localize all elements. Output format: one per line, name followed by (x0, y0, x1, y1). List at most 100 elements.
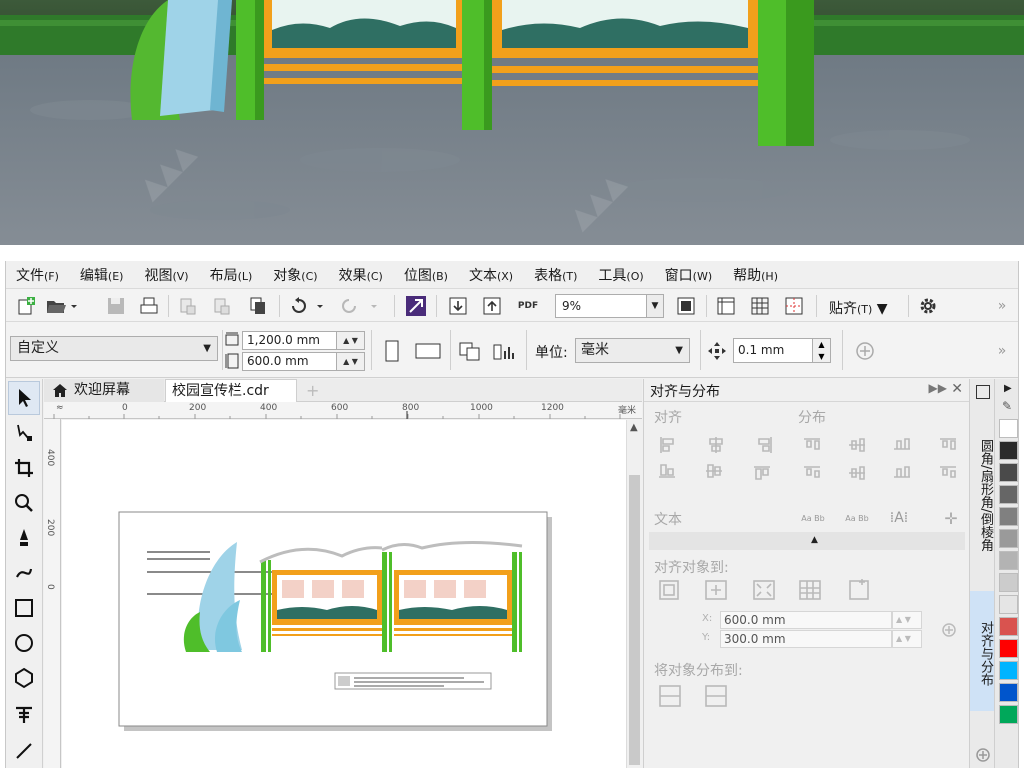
tab-fillet-scallop-chamfer[interactable]: 圆角/扇形角/倒棱角 (970, 403, 995, 583)
full-screen-icon[interactable] (674, 294, 698, 318)
add-point-icon[interactable] (938, 619, 960, 641)
align-outline-icon[interactable]: ✛ (940, 507, 962, 529)
menu-edit[interactable]: 编辑(E) (80, 265, 124, 285)
align-text-last-baseline-icon[interactable]: Aa Bb (844, 507, 870, 529)
menu-effects[interactable]: 效果(C) (339, 265, 383, 285)
chevron-down-icon[interactable]: ▼ (646, 295, 663, 317)
print-icon[interactable] (137, 294, 161, 318)
menu-bitmaps[interactable]: 位图(B) (404, 265, 448, 285)
show-guidelines-icon[interactable] (782, 294, 806, 318)
toolbar-overflow-icon[interactable]: » (992, 294, 1012, 318)
add-preset-icon[interactable] (854, 340, 876, 362)
color-swatch[interactable] (999, 441, 1018, 460)
collapse-docker-icon[interactable]: ▶▶ (929, 381, 947, 395)
nudge-distance-field[interactable]: 0.1 mm (733, 338, 813, 363)
palette-scroll-right-icon[interactable]: ▶ (1004, 383, 1012, 394)
export-icon[interactable] (210, 294, 234, 318)
align-text-first-baseline-icon[interactable]: Aa Bb (800, 507, 826, 529)
tab-welcome-screen[interactable]: 欢迎屏幕 (44, 379, 164, 402)
menu-window[interactable]: 窗口(W) (665, 265, 712, 285)
collapse-section-icon[interactable]: ▲ (811, 535, 818, 545)
export-arrow-icon[interactable] (480, 294, 504, 318)
show-grid-icon[interactable] (748, 294, 772, 318)
property-bar-overflow-icon[interactable]: » (992, 340, 1012, 362)
color-swatch[interactable] (999, 639, 1018, 658)
save-icon[interactable] (104, 294, 128, 318)
align-bounding-box-icon[interactable]: ⁞A⁞ (888, 507, 910, 529)
zoom-level-dropdown[interactable]: 9% ▼ (555, 294, 664, 318)
menu-help[interactable]: 帮助(H) (733, 265, 778, 285)
parallel-dimension-tool-icon[interactable] (8, 734, 40, 768)
crop-tool-icon[interactable] (8, 451, 40, 485)
color-swatch[interactable] (999, 419, 1018, 438)
all-pages-icon[interactable] (456, 338, 484, 364)
horizontal-ruler[interactable]: ≈ 0 200 400 600 800 1000 1200 毫米 (44, 402, 642, 419)
menu-table[interactable]: 表格(T) (534, 265, 577, 285)
color-swatch[interactable] (999, 529, 1018, 548)
color-swatch[interactable] (999, 551, 1018, 570)
menu-file[interactable]: 文件(F) (16, 265, 59, 285)
tab-document[interactable]: 校园宣传栏.cdr (165, 379, 297, 402)
show-rulers-icon[interactable] (714, 294, 738, 318)
vertical-scrollbar[interactable]: ▲ (626, 420, 642, 768)
color-swatch[interactable] (999, 661, 1018, 680)
scroll-thumb[interactable] (629, 475, 640, 765)
ellipse-tool-icon[interactable] (8, 626, 40, 660)
page-width-field[interactable]: 1,200.0 mm (242, 331, 337, 350)
align-y-field[interactable]: 300.0 mm (720, 630, 892, 648)
artistic-media-tool-icon[interactable] (8, 556, 40, 590)
page-size-preset-dropdown[interactable]: 自定义 ▼ (10, 336, 218, 361)
close-icon[interactable]: ✕ (951, 381, 963, 397)
polygon-tool-icon[interactable] (8, 661, 40, 695)
color-swatch[interactable] (999, 683, 1018, 702)
color-swatch[interactable] (999, 463, 1018, 482)
shape-tool-icon[interactable] (8, 416, 40, 450)
redo-icon[interactable] (340, 294, 382, 318)
menu-tools[interactable]: 工具(O) (598, 265, 643, 285)
zoom-tool-icon[interactable] (8, 486, 40, 520)
page-height-spinner[interactable]: ▲ ▼ (337, 352, 365, 371)
vertical-ruler[interactable]: 400 200 0 (44, 419, 61, 768)
tab-align-distribute[interactable]: 对齐与分布 (970, 591, 995, 711)
pick-tool-icon[interactable] (8, 381, 40, 415)
ruler-mark: 0 (122, 403, 128, 413)
text-tool-icon[interactable] (8, 697, 40, 731)
corel-connect-icon[interactable] (404, 294, 428, 318)
page-height-field[interactable]: 600.0 mm (242, 352, 337, 371)
freehand-tool-icon[interactable] (8, 521, 40, 555)
color-swatch[interactable] (999, 595, 1018, 614)
gear-icon[interactable] (916, 294, 940, 318)
add-tab-button[interactable]: + (306, 379, 326, 402)
menu-layout[interactable]: 布局(L) (210, 265, 253, 285)
nudge-spinner[interactable]: ▲ ▼ (813, 338, 831, 363)
scroll-up-icon[interactable]: ▲ (630, 422, 638, 433)
undo-icon[interactable] (286, 294, 328, 318)
open-folder-icon[interactable] (44, 294, 78, 318)
snap-to-dropdown[interactable]: 贴齐(T) ▼ (829, 298, 888, 318)
publish-pdf-icon[interactable]: PDF (514, 294, 542, 318)
import-arrow-icon[interactable] (446, 294, 470, 318)
landscape-icon[interactable] (413, 338, 443, 364)
align-x-field[interactable]: 600.0 mm (720, 611, 892, 629)
drawing-canvas[interactable] (62, 420, 626, 768)
rectangle-tool-icon[interactable] (8, 591, 40, 625)
menu-object[interactable]: 对象(C) (273, 265, 317, 285)
page-width-spinner[interactable]: ▲ ▼ (337, 331, 365, 350)
copy-icon[interactable] (246, 294, 270, 318)
color-swatch[interactable] (999, 617, 1018, 636)
import-icon[interactable] (176, 294, 200, 318)
align-x-spinner[interactable]: ▲ ▼ (892, 611, 922, 629)
add-docker-icon[interactable] (975, 747, 991, 767)
current-page-icon[interactable] (490, 338, 518, 364)
units-dropdown[interactable]: 毫米 ▼ (575, 338, 690, 363)
menu-view[interactable]: 视图(V) (144, 265, 188, 285)
menu-text[interactable]: 文本(X) (469, 265, 513, 285)
portrait-icon[interactable] (380, 338, 404, 364)
eyedropper-icon[interactable]: ✎ (1002, 399, 1012, 413)
align-y-spinner[interactable]: ▲ ▼ (892, 630, 922, 648)
new-document-icon[interactable] (14, 294, 38, 318)
color-swatch[interactable] (999, 485, 1018, 504)
color-swatch[interactable] (999, 705, 1018, 724)
color-swatch[interactable] (999, 573, 1018, 592)
color-swatch[interactable] (999, 507, 1018, 526)
